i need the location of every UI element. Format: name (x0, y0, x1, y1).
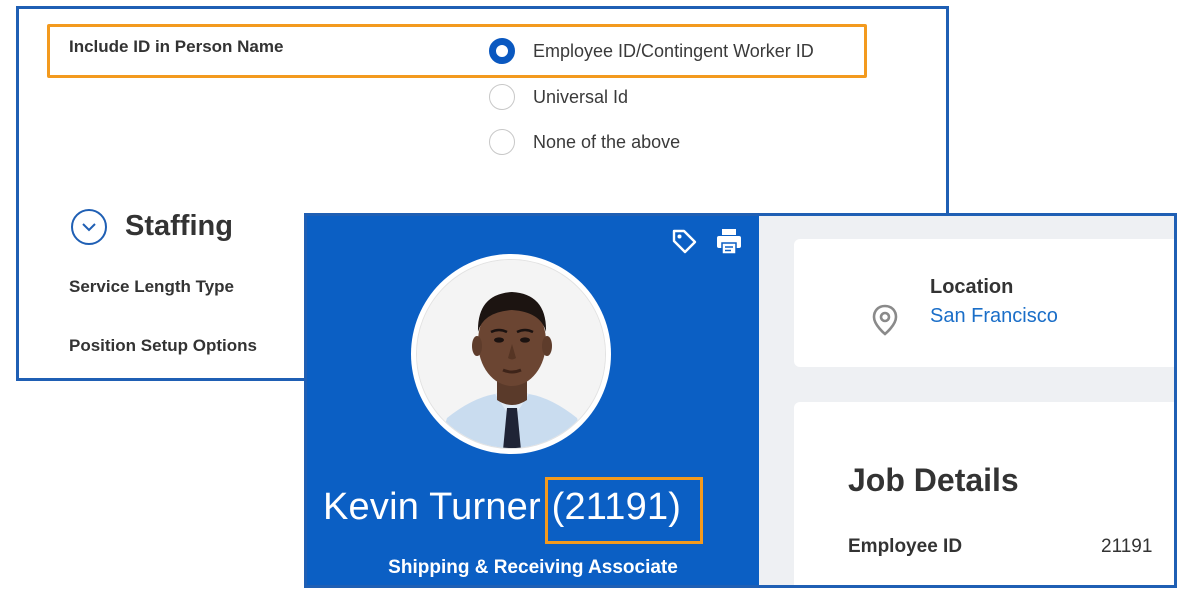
radio-label: Employee ID/Contingent Worker ID (533, 40, 814, 61)
map-pin-icon (872, 304, 898, 336)
job-details-card: Job Details Employee ID 21191 (794, 402, 1174, 585)
radio-label: None of the above (533, 131, 681, 152)
employee-id-label: Employee ID (848, 536, 963, 557)
chevron-down-icon (82, 223, 96, 232)
location-label: Location (930, 276, 1014, 298)
radio-option-employee-id[interactable]: Employee ID/Contingent Worker ID (489, 38, 814, 64)
radio-button[interactable] (489, 84, 515, 110)
radio-label: Universal Id (533, 86, 629, 107)
location-card: Location San Francisco (794, 239, 1174, 367)
print-icon (717, 229, 741, 255)
radio-button-selected[interactable] (489, 38, 515, 64)
radio-option-universal-id[interactable]: Universal Id (489, 84, 628, 110)
print-button[interactable] (714, 226, 744, 256)
include-id-label: Include ID in Person Name (69, 37, 284, 56)
radio-button[interactable] (489, 129, 515, 155)
section-collapse-button[interactable] (71, 209, 107, 245)
section-title: Staffing (125, 210, 233, 242)
position-setup-label: Position Setup Options (69, 336, 257, 355)
profile-header: Kevin Turner (21191) Shipping & Receivin… (307, 216, 759, 585)
person-photo (417, 260, 605, 448)
tag-icon (672, 229, 697, 254)
worker-id-highlight (545, 477, 703, 544)
location-link[interactable]: San Francisco (930, 305, 1058, 328)
worker-name-text: Kevin Turner (323, 486, 541, 528)
radio-option-none[interactable]: None of the above (489, 129, 680, 155)
tag-button[interactable] (669, 226, 699, 256)
job-title: Shipping & Receiving Associate (388, 557, 678, 578)
job-details-title: Job Details (848, 462, 1019, 498)
service-length-label: Service Length Type (69, 277, 235, 296)
avatar (411, 254, 611, 454)
worker-profile-panel: Kevin Turner (21191) Shipping & Receivin… (304, 213, 1177, 588)
employee-id-value: 21191 (1101, 536, 1153, 557)
